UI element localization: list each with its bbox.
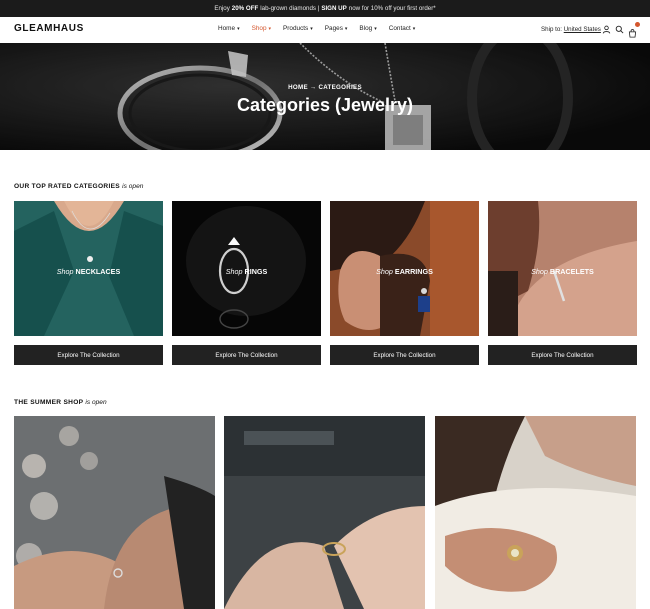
cart-button[interactable] <box>628 22 640 38</box>
woman-ring-photo <box>435 416 636 609</box>
chevron-down-icon: ▾ <box>237 25 240 32</box>
announcement-mid: lab-grown diamonds | <box>260 5 320 12</box>
nav-label: Pages <box>324 25 343 32</box>
category-name: RINGS <box>244 267 268 276</box>
nav-label: Home <box>218 25 236 32</box>
cart-icon <box>628 29 637 38</box>
search-icon[interactable] <box>615 25 624 34</box>
category-card-rings[interactable]: Shop RINGS <box>172 201 321 336</box>
summer-shop-heading: THE SUMMER SHOP is open <box>14 399 107 406</box>
site-logo[interactable]: GLEAMHAUS <box>14 23 84 34</box>
ring-fitting-photo <box>224 416 425 609</box>
category-card-bracelets[interactable]: Shop BRACELETS <box>488 201 637 336</box>
nav-item-shop[interactable]: Shop ▾ <box>252 25 271 32</box>
summer-shop-suffix: is open <box>85 399 107 406</box>
ship-to-country[interactable]: United States <box>564 26 601 33</box>
cart-count-badge <box>635 22 640 27</box>
category-name: BRACELETS <box>549 267 594 276</box>
category-prefix: Shop <box>376 267 393 276</box>
summer-photo-2[interactable] <box>224 416 425 609</box>
category-label: Shop RINGS <box>172 267 321 276</box>
explore-earrings-button[interactable]: Explore The Collection <box>330 345 479 365</box>
chevron-down-icon: ▾ <box>344 25 348 32</box>
announcement-signup-link[interactable]: SIGN UP <box>321 5 346 12</box>
breadcrumb-current: CATEGORIES <box>318 84 362 91</box>
category-prefix: Shop <box>225 267 243 276</box>
explore-bracelets-button[interactable]: Explore The Collection <box>488 345 637 365</box>
category-label: Shop NECKLACES <box>14 267 163 276</box>
chevron-down-icon: ▾ <box>412 25 416 32</box>
category-prefix: Shop <box>531 267 548 276</box>
nav-item-pages[interactable]: Pages ▾ <box>325 25 348 32</box>
nav-item-blog[interactable]: Blog ▾ <box>359 25 376 32</box>
announcement-pre: Enjoy <box>214 5 230 12</box>
category-name: EARRINGS <box>394 267 433 276</box>
ship-to-label: Ship to: <box>541 26 562 33</box>
breadcrumb-home[interactable]: HOME <box>288 84 308 91</box>
top-rated-suffix: is open <box>122 183 144 190</box>
summer-photo-3[interactable] <box>435 416 636 609</box>
nav-label: Products <box>283 25 309 32</box>
top-rated-title: OUR TOP RATED CATEGORIES <box>14 183 120 190</box>
nav-label: Blog <box>359 25 373 32</box>
nav-label: Contact <box>388 25 411 32</box>
chevron-down-icon: ▾ <box>374 25 377 32</box>
category-label: Shop BRACELETS <box>488 267 637 276</box>
hero-banner: HOME → CATEGORIES Categories (Jewelry) <box>0 43 650 150</box>
category-label: Shop EARRINGS <box>330 267 479 276</box>
nav-item-products[interactable]: Products ▾ <box>283 25 313 32</box>
summer-shop-title: THE SUMMER SHOP <box>14 399 84 406</box>
main-nav: Home ▾ Shop ▾ Products ▾ Pages ▾ Blog ▾ Conta… <box>218 25 415 32</box>
announcement-discount: 20% OFF <box>231 5 259 12</box>
summer-photo-1[interactable] <box>14 416 215 609</box>
chevron-down-icon: ▾ <box>310 25 313 32</box>
user-icon[interactable] <box>602 25 611 34</box>
breadcrumb-separator-icon: → <box>309 84 317 91</box>
page-title: Categories (Jewelry) <box>236 95 414 115</box>
announcement-post: now for 10% off your first order* <box>348 5 436 12</box>
category-card-necklaces[interactable]: Shop NECKLACES <box>14 201 163 336</box>
explore-necklaces-button[interactable]: Explore The Collection <box>14 345 163 365</box>
category-name: NECKLACES <box>75 267 121 276</box>
hands-ring-photo <box>14 416 215 609</box>
nav-item-home[interactable]: Home ▾ <box>218 25 240 32</box>
nav-label: Shop <box>251 25 267 32</box>
nav-item-contact[interactable]: Contact ▾ <box>389 25 416 32</box>
chevron-down-icon: ▾ <box>268 25 272 32</box>
category-card-earrings[interactable]: Shop EARRINGS <box>330 201 479 336</box>
ship-to-selector[interactable]: Ship to: United States <box>541 26 601 33</box>
site-header: GLEAMHAUS Home ▾ Shop ▾ Products ▾ Pages ▾ B… <box>0 17 650 43</box>
top-rated-heading: OUR TOP RATED CATEGORIES is open <box>14 183 143 190</box>
breadcrumb: HOME → CATEGORIES <box>0 84 650 91</box>
announcement-bar: Enjoy 20% OFF lab-grown diamonds | SIGN … <box>0 0 650 17</box>
category-prefix: Shop <box>56 267 74 276</box>
explore-rings-button[interactable]: Explore The Collection <box>172 345 321 365</box>
